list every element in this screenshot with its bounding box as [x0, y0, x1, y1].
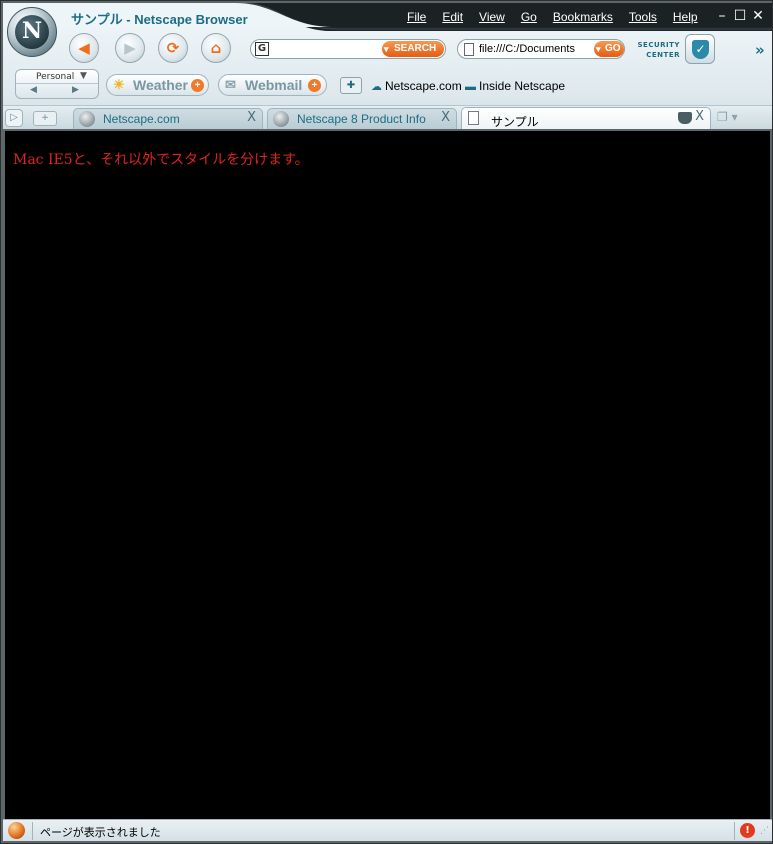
menu-file[interactable]: File	[407, 10, 426, 26]
page-icon	[468, 111, 479, 125]
tab-list-icon[interactable]: ❐ ▾	[717, 110, 757, 127]
home-icon: ⌂	[210, 39, 222, 57]
url-input[interactable]	[479, 42, 591, 56]
tab-security-icon	[678, 112, 692, 124]
menu-bookmarks[interactable]: Bookmarks	[553, 10, 613, 26]
status-text: ページが表示されました	[40, 826, 161, 839]
logo-inner: N	[15, 15, 49, 49]
security-center-label[interactable]: SECURITY CENTER	[634, 40, 680, 60]
tab-scroll-icon[interactable]: ▷	[5, 109, 23, 127]
title-separator: -	[122, 12, 135, 27]
tab-sample-active[interactable]: サンプル X	[461, 107, 711, 129]
bookmark-netscape-com[interactable]: ☁ Netscape.com	[371, 79, 462, 93]
menu-bar: File Edit View Go Bookmarks Tools Help	[407, 10, 714, 26]
search-button[interactable]: SEARCH	[382, 41, 444, 57]
tab-netscape-8-product-info[interactable]: Netscape 8 Product Info X	[267, 108, 457, 129]
home-button[interactable]: ⌂	[201, 33, 231, 63]
close-button[interactable]: ✕	[749, 8, 767, 24]
maximize-button[interactable]: ☐	[731, 8, 749, 24]
page-content: Mac IE5と、それ以外でスタイルを分けます。	[5, 131, 770, 819]
status-divider	[734, 822, 735, 840]
envelope-icon: ✉	[225, 77, 236, 92]
tab-netscape-com[interactable]: Netscape.com X	[73, 108, 263, 129]
reload-icon: ⟳	[166, 39, 180, 57]
browser-chrome: サンプル - Netscape Browser File Edit View G…	[3, 3, 772, 129]
bookmark-label: Netscape.com	[385, 79, 462, 93]
window-title: サンプル - Netscape Browser	[71, 9, 248, 28]
resize-grip-icon[interactable]: ⋰	[760, 826, 770, 838]
toolbar-overflow-chevron-icon[interactable]: »	[755, 41, 765, 59]
reload-button[interactable]: ⟳	[158, 33, 188, 63]
back-arrow-icon: ◀	[78, 39, 90, 57]
search-input[interactable]	[273, 42, 381, 56]
status-bar: ページが表示されました ! ⋰	[3, 819, 772, 841]
security-center-button[interactable]: ✓	[685, 34, 715, 64]
chevron-down-icon[interactable]: ▼	[80, 71, 87, 81]
personal-divider	[16, 83, 98, 84]
close-tab-icon[interactable]: X	[441, 110, 450, 125]
personal-prev-icon[interactable]: ◀	[30, 85, 37, 95]
bookmark-label: Inside Netscape	[479, 79, 566, 93]
forward-arrow-icon: ▶	[124, 39, 136, 57]
menu-edit[interactable]: Edit	[442, 10, 463, 26]
folder-icon: ▬	[465, 81, 476, 93]
back-button[interactable]: ◀	[69, 33, 99, 63]
minimize-button[interactable]: –	[713, 8, 731, 24]
plus-icon[interactable]: +	[308, 79, 321, 92]
search-engine-icon[interactable]: G	[255, 42, 269, 56]
bookmark-icon: ☁	[371, 81, 382, 93]
netscape-logo-icon[interactable]: N	[7, 7, 57, 57]
personal-toolbar-switcher[interactable]: Personal ▼ ◀ ▶	[15, 69, 99, 99]
security-label-line2: CENTER	[646, 51, 680, 59]
app-name: Netscape Browser	[134, 12, 248, 27]
sun-icon: ☀	[113, 77, 125, 92]
close-tab-icon[interactable]: X	[695, 109, 704, 124]
go-button[interactable]: GO	[594, 41, 624, 57]
webmail-label: Webmail	[245, 77, 303, 93]
netscape-globe-icon[interactable]	[8, 822, 25, 839]
alert-icon[interactable]: !	[740, 823, 755, 838]
window-controls: – ☐ ✕	[713, 8, 767, 24]
tab-bar: ▷ + Netscape.com X Netscape 8 Product In…	[3, 105, 772, 129]
globe-icon	[79, 111, 95, 127]
new-tab-button[interactable]: +	[33, 111, 57, 126]
search-bar: G SEARCH	[250, 39, 446, 59]
close-tab-icon[interactable]: X	[247, 110, 256, 125]
title-bar[interactable]: サンプル - Netscape Browser File Edit View G…	[3, 3, 772, 31]
page-title: サンプル	[71, 12, 123, 27]
menu-go[interactable]: Go	[521, 10, 537, 26]
menu-view[interactable]: View	[479, 10, 505, 26]
menu-tools[interactable]: Tools	[629, 10, 657, 26]
webmail-button[interactable]: ✉ Webmail +	[218, 74, 327, 96]
forward-button[interactable]: ▶	[115, 33, 145, 63]
tab-label: サンプル	[491, 115, 539, 129]
tab-label: Netscape.com	[103, 112, 180, 126]
browser-window: サンプル - Netscape Browser File Edit View G…	[0, 0, 773, 844]
shield-icon: ✓	[692, 40, 709, 59]
content-text: Mac IE5と、それ以外でスタイルを分けます。	[13, 152, 309, 168]
page-icon	[464, 43, 474, 56]
logo-letter: N	[21, 18, 43, 44]
tab-label: Netscape 8 Product Info	[297, 112, 426, 126]
status-divider	[32, 822, 33, 840]
menu-help[interactable]: Help	[673, 10, 698, 26]
personal-label: Personal	[36, 72, 75, 82]
add-bookmark-icon[interactable]: ✚	[340, 77, 362, 94]
globe-icon	[273, 111, 289, 127]
plus-icon[interactable]: +	[191, 79, 204, 92]
weather-button[interactable]: ☀ Weather +	[106, 74, 209, 96]
weather-label: Weather	[133, 77, 188, 93]
security-label-line1: SECURITY	[637, 41, 680, 49]
bookmark-inside-netscape[interactable]: ▬ Inside Netscape	[465, 79, 565, 93]
personal-next-icon[interactable]: ▶	[72, 85, 79, 95]
address-bar: GO	[457, 39, 625, 59]
